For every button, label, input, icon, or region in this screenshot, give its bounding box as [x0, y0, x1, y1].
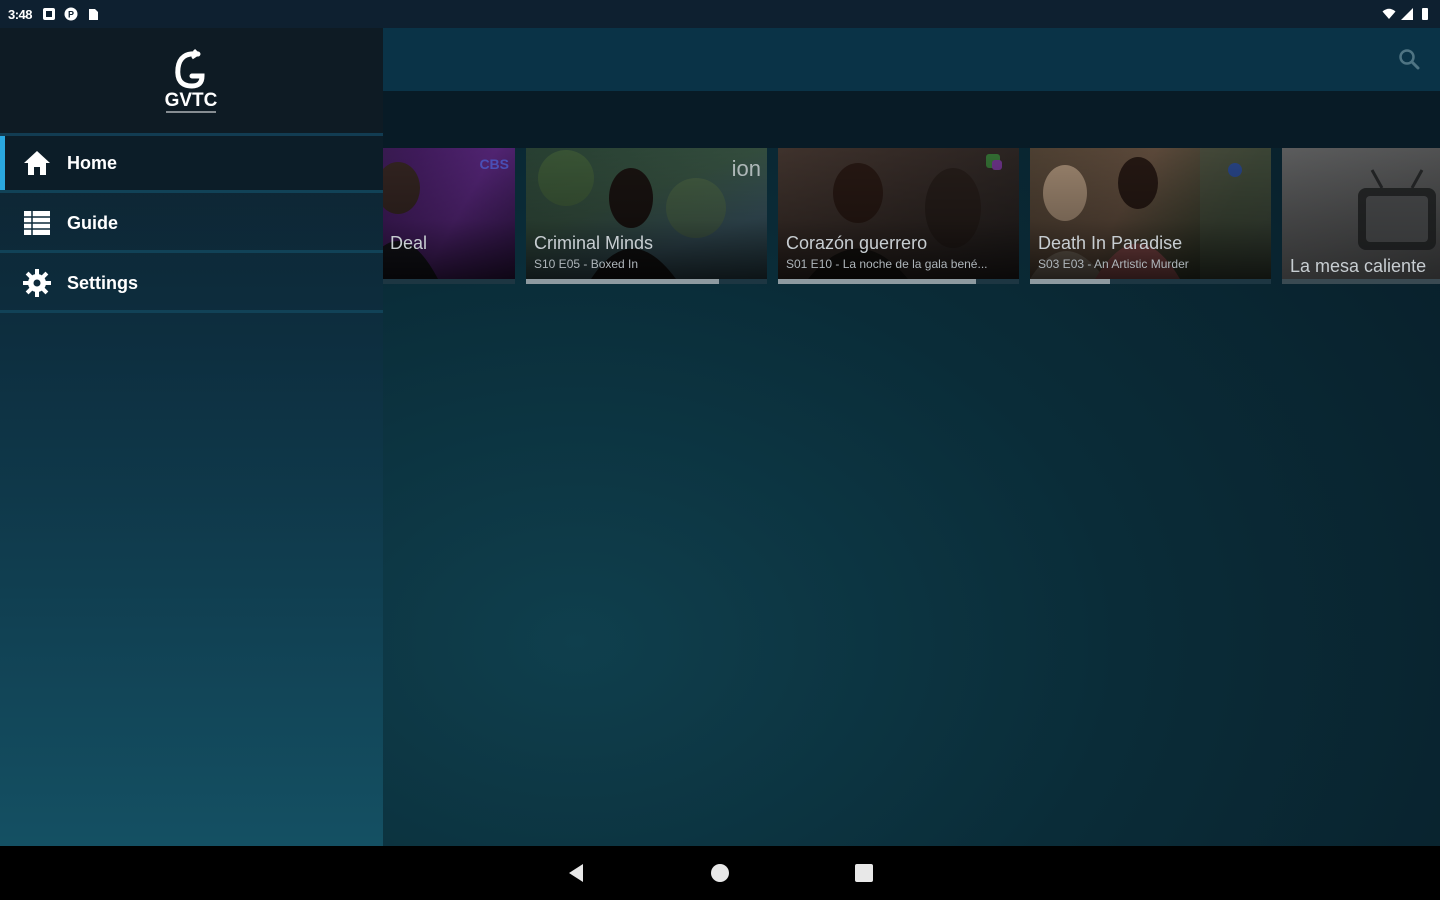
program-card[interactable]: CBS Deal [383, 148, 515, 284]
card-title: Criminal Minds [534, 233, 654, 253]
drawer-header: GVTC [0, 28, 383, 136]
nav-item-guide[interactable]: Guide [0, 196, 383, 253]
channel-logo: CBS [479, 156, 509, 172]
nav-item-settings[interactable]: Settings [0, 256, 383, 313]
progress-track [383, 279, 515, 284]
battery-icon [1422, 8, 1428, 20]
svg-text:P: P [68, 10, 74, 20]
nav-item-label: Settings [67, 272, 139, 293]
navigation-drawer: GVTC Home Guide Settings [0, 28, 383, 846]
gear-icon [23, 269, 51, 297]
status-right-icons [1382, 7, 1432, 21]
channel-logo: ion [731, 156, 761, 181]
card-title: Death In Paradise [1038, 233, 1183, 253]
clipboard-icon [89, 9, 99, 20]
card-title: La mesa caliente [1290, 256, 1427, 276]
nav-item-label: Home [67, 152, 118, 173]
search-icon[interactable] [1398, 48, 1420, 70]
card-title: Corazón guerrero [786, 233, 928, 253]
recordings-row: CBS Deal ion Criminal Minds S10 E05 - Bo… [383, 148, 1440, 284]
progress-fill [526, 279, 719, 284]
guide-icon [24, 211, 50, 235]
signal-icon [1401, 8, 1413, 20]
progress-fill [778, 279, 976, 284]
row-header-band [383, 91, 1440, 148]
nav-item-home[interactable]: Home [0, 136, 383, 193]
card-subtitle: S03 E03 - An Artistic Murder [1038, 257, 1189, 271]
program-card[interactable]: Death In Paradise S03 E03 - An Artistic … [1030, 148, 1271, 284]
card-subtitle: S01 E10 - La noche de la gala bené... [786, 257, 988, 271]
app-icon: P [64, 7, 78, 21]
status-bar: 3:48 P [0, 0, 1440, 28]
wifi-icon [1382, 8, 1396, 19]
home-button[interactable] [709, 862, 731, 884]
program-card[interactable]: La mesa caliente [1282, 148, 1440, 284]
home-icon [24, 151, 50, 175]
progress-fill [1030, 279, 1110, 284]
back-button[interactable] [565, 862, 587, 884]
program-card[interactable]: ion Criminal Minds S10 E05 - Boxed In [526, 148, 767, 284]
status-time: 3:48 [8, 6, 33, 22]
card-title: Deal [390, 233, 428, 253]
gvtc-logo: GVTC [165, 48, 218, 113]
card-subtitle: S10 E05 - Boxed In [534, 257, 639, 271]
program-card[interactable]: Corazón guerrero S01 E10 - La noche de l… [778, 148, 1019, 284]
brand-text: GVTC [165, 90, 218, 111]
nav-item-label: Guide [67, 212, 119, 233]
progress-track [1282, 279, 1440, 284]
notification-icon [43, 8, 56, 20]
recents-button[interactable] [853, 862, 875, 884]
top-toolbar [383, 28, 1440, 91]
